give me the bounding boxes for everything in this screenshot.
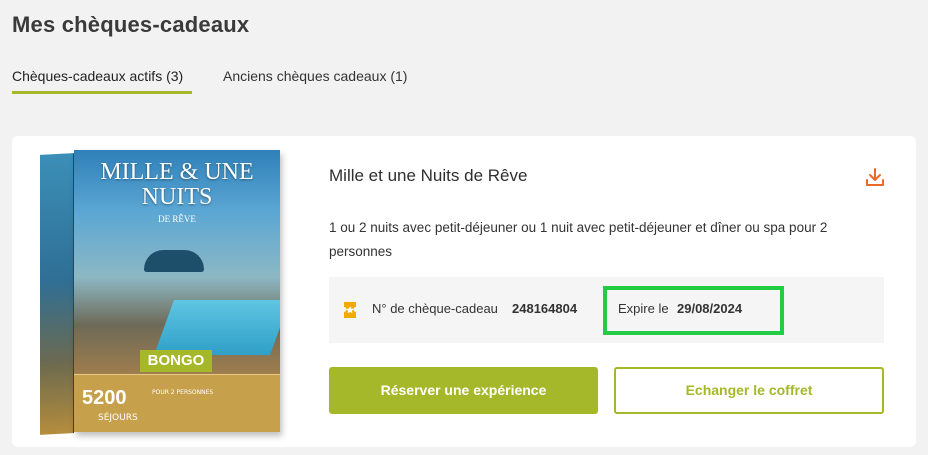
page-title: Mes chèques-cadeaux xyxy=(12,12,250,37)
expiry-label: Expire le xyxy=(618,301,669,316)
offer-title: Mille et une Nuits de Rêve xyxy=(329,166,528,185)
tab-active-cheques[interactable]: Chèques-cadeaux actifs (3) xyxy=(12,68,192,94)
download-icon[interactable] xyxy=(864,166,886,188)
bongo-logo: BONGO xyxy=(140,350,212,372)
box-title-line2: NUITS xyxy=(141,184,213,210)
box-bottom-band: 5200 SÉJOURS POUR 2 PERSONNES xyxy=(74,374,280,432)
box-count: 5200 xyxy=(82,387,127,409)
cheque-number-label: N° de chèque-cadeau xyxy=(372,301,498,316)
book-experience-button[interactable]: Réserver une expérience xyxy=(329,367,598,414)
exchange-box-button[interactable]: Echanger le coffret xyxy=(614,367,884,414)
gift-box-image: MILLE & UNE NUITS DE RÊVE BONGO 5200 SÉJ… xyxy=(40,142,290,442)
box-front: MILLE & UNE NUITS DE RÊVE BONGO 5200 SÉJ… xyxy=(74,150,280,432)
box-pool-art xyxy=(153,300,280,355)
box-title-line1: MILLE & UNE xyxy=(100,159,254,185)
tab-old-cheques[interactable]: Anciens chèques cadeaux (1) xyxy=(223,68,423,94)
box-title: MILLE & UNE NUITS xyxy=(74,160,280,210)
box-side xyxy=(40,153,74,435)
gift-cheque-card: MILLE & UNE NUITS DE RÊVE BONGO 5200 SÉJ… xyxy=(12,136,916,447)
cheque-number-value: 248164804 xyxy=(512,301,578,316)
box-umbrella-art xyxy=(144,250,204,272)
offer-description: 1 ou 2 nuits avec petit-déjeuner ou 1 nu… xyxy=(329,220,828,259)
ticket-icon xyxy=(341,301,359,319)
box-subtitle: DE RÊVE xyxy=(158,214,196,224)
expiry-date: 29/08/2024 xyxy=(677,301,743,316)
expiry-highlight: Expire le 29/08/2024 xyxy=(603,286,784,335)
cheque-info-box: N° de chèque-cadeau 248164804 Expire le … xyxy=(329,277,884,343)
box-tag: POUR 2 PERSONNES xyxy=(152,389,214,396)
box-count-label: SÉJOURS xyxy=(98,413,138,423)
